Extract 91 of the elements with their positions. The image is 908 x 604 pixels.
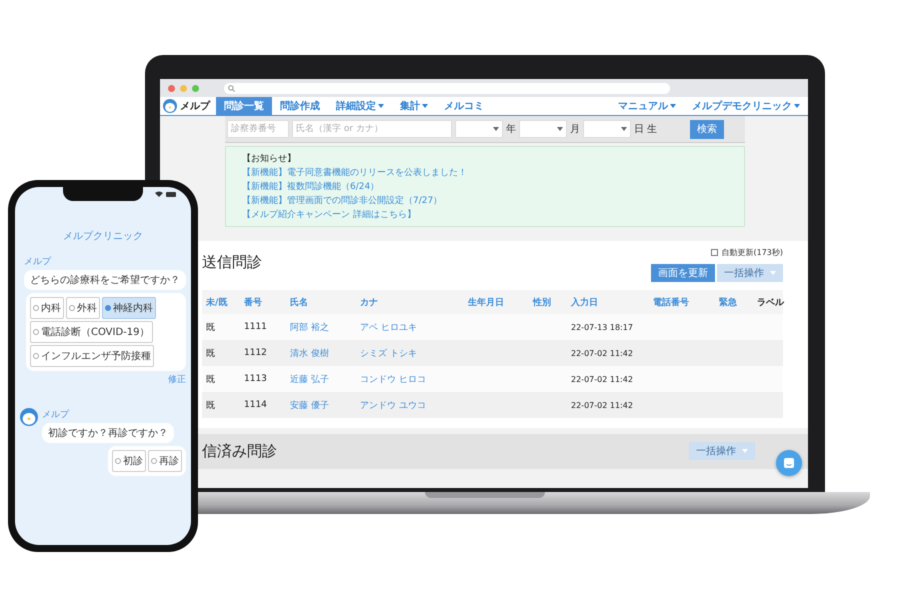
notice-link[interactable]: 【新機能】電子同意書機能のリリースを公表しました！ — [242, 166, 728, 179]
birth-select[interactable] — [455, 120, 503, 138]
caret-icon — [621, 127, 627, 131]
close-dot-icon[interactable] — [168, 84, 175, 92]
column-header[interactable]: 未/既 — [202, 296, 232, 308]
minimize-dot-icon[interactable] — [180, 84, 187, 92]
table-row[interactable]: 既 1111 阿部 裕之 アベ ヒロユキ 22-07-13 18:17 — [202, 314, 783, 340]
maximize-dot-icon[interactable] — [192, 84, 199, 92]
search-icon — [228, 84, 235, 92]
radio-option[interactable]: 再診 — [148, 450, 182, 472]
radio-option[interactable]: 電話診断（COVID-19） — [30, 321, 153, 343]
birth-select[interactable] — [583, 120, 631, 138]
sender-name: メルプ — [24, 255, 51, 268]
caret-icon — [557, 127, 563, 131]
table-cell-text: 1111 — [243, 322, 268, 332]
nav-tab[interactable]: メルコミ — [436, 97, 492, 115]
logo-text[interactable]: メルプ — [180, 99, 210, 113]
table-cell-text: 22-07-13 18:17 — [570, 322, 634, 332]
section-title: 送信問診 — [202, 252, 262, 272]
column-header[interactable]: 電話番号 — [649, 296, 693, 308]
nav-menu[interactable]: メルプデモクリニック — [684, 97, 808, 115]
edit-link[interactable]: 修正 — [168, 373, 186, 386]
notice-link[interactable]: 【新機能】複数問診機能（6/24） — [242, 180, 728, 193]
card-number-field[interactable]: 診察券番号 — [227, 120, 289, 138]
kana-link[interactable]: コンドウ ヒロコ — [356, 372, 430, 386]
auto-refresh-checkbox[interactable]: 自動更新(173秒) — [711, 247, 783, 258]
nav-tab[interactable]: 詳細設定 — [328, 97, 392, 115]
chat-bubble: 初診ですか？再診ですか？ — [42, 423, 174, 443]
caret-icon — [742, 449, 748, 453]
wifi-icon — [155, 191, 163, 197]
radio-option[interactable]: 神経内科 — [102, 297, 156, 319]
action-button[interactable]: 画面を更新 — [651, 264, 715, 282]
column-header: ラベル — [756, 296, 786, 308]
caret-icon — [794, 104, 800, 108]
notice-link[interactable]: 【メルプ紹介キャンペーン 詳細はこちら】 — [242, 208, 728, 221]
caret-icon — [493, 127, 499, 131]
table-row[interactable]: 既 1112 清水 俊樹 シミズ トシキ 22-07-02 11:42 — [202, 340, 783, 366]
patient-name-link[interactable]: 阿部 裕之 — [286, 320, 333, 334]
table-cell-text: 1113 — [243, 374, 268, 384]
sender-name: メルプ — [42, 408, 69, 421]
bird-avatar-icon — [20, 408, 38, 426]
battery-icon — [166, 192, 177, 196]
table-cell-text: 1112 — [243, 348, 268, 358]
search-button[interactable]: 検索 — [690, 120, 724, 138]
column-header[interactable]: 生年月日 — [464, 296, 508, 308]
nav-tab[interactable]: 集計 — [392, 97, 436, 115]
caret-icon — [422, 104, 428, 108]
table-cell-text: 22-07-02 11:42 — [570, 400, 634, 410]
caret-icon — [670, 104, 676, 108]
table-row[interactable]: 既 1113 近藤 弘子 コンドウ ヒロコ 22-07-02 11:42 — [202, 366, 783, 392]
column-header[interactable]: 緊急 — [715, 296, 741, 308]
kana-link[interactable]: アベ ヒロユキ — [356, 320, 421, 334]
table-cell-text: 既 — [205, 322, 216, 334]
column-header[interactable]: 番号 — [240, 296, 266, 308]
notice-link[interactable]: 【新機能】管理画面での問診非公開設定（7/27） — [242, 194, 728, 207]
chat-bubble: どちらの診療科をご希望ですか？ — [24, 270, 186, 290]
radio-option[interactable]: インフルエンザ予防接種 — [30, 345, 154, 367]
table-cell-text: 22-07-02 11:42 — [570, 374, 634, 384]
column-header[interactable]: 氏名 — [286, 296, 312, 308]
birth-select[interactable] — [519, 120, 567, 138]
address-bar[interactable] — [224, 82, 670, 94]
date-unit-label: 月 — [570, 123, 580, 136]
column-header[interactable]: 入力日 — [567, 296, 602, 308]
table-cell-text: 既 — [205, 374, 216, 386]
chat-icon — [783, 457, 795, 469]
section-title: 信済み問診 — [202, 442, 277, 461]
nav-menu[interactable]: マニュアル — [610, 97, 684, 115]
table-cell-text: 1114 — [243, 400, 268, 410]
kana-link[interactable]: アンドウ ユウコ — [356, 398, 430, 412]
kana-link[interactable]: シミズ トシキ — [356, 346, 421, 360]
name-field[interactable]: 氏名（漢字 or カナ） — [292, 120, 452, 138]
nav-tab[interactable]: 問診作成 — [272, 97, 328, 115]
date-unit-label: 年 — [506, 123, 516, 136]
patient-name-link[interactable]: 安藤 優子 — [286, 398, 333, 412]
caret-icon — [770, 271, 776, 275]
caret-icon — [378, 104, 384, 108]
notice-title: 【お知らせ】 — [242, 152, 297, 165]
column-header[interactable]: カナ — [356, 296, 382, 308]
table-cell-text: 既 — [205, 348, 216, 360]
radio-option[interactable]: 初診 — [112, 450, 146, 472]
date-unit-label: 日 生 — [634, 122, 658, 136]
radio-option[interactable]: 外科 — [66, 297, 100, 319]
table-cell-text: 既 — [205, 400, 216, 412]
radio-option[interactable]: 内科 — [30, 297, 64, 319]
column-header[interactable]: 性別 — [529, 296, 555, 308]
clinic-title: メルプクリニック — [62, 230, 144, 243]
patient-name-link[interactable]: 清水 俊樹 — [286, 346, 333, 360]
nav-tab[interactable]: 問診一覧 — [216, 97, 272, 115]
patient-name-link[interactable]: 近藤 弘子 — [286, 372, 333, 386]
table-cell-text: 22-07-02 11:42 — [570, 348, 634, 358]
table-row[interactable]: 既 1114 安藤 優子 アンドウ ユウコ 22-07-02 11:42 — [202, 392, 783, 418]
